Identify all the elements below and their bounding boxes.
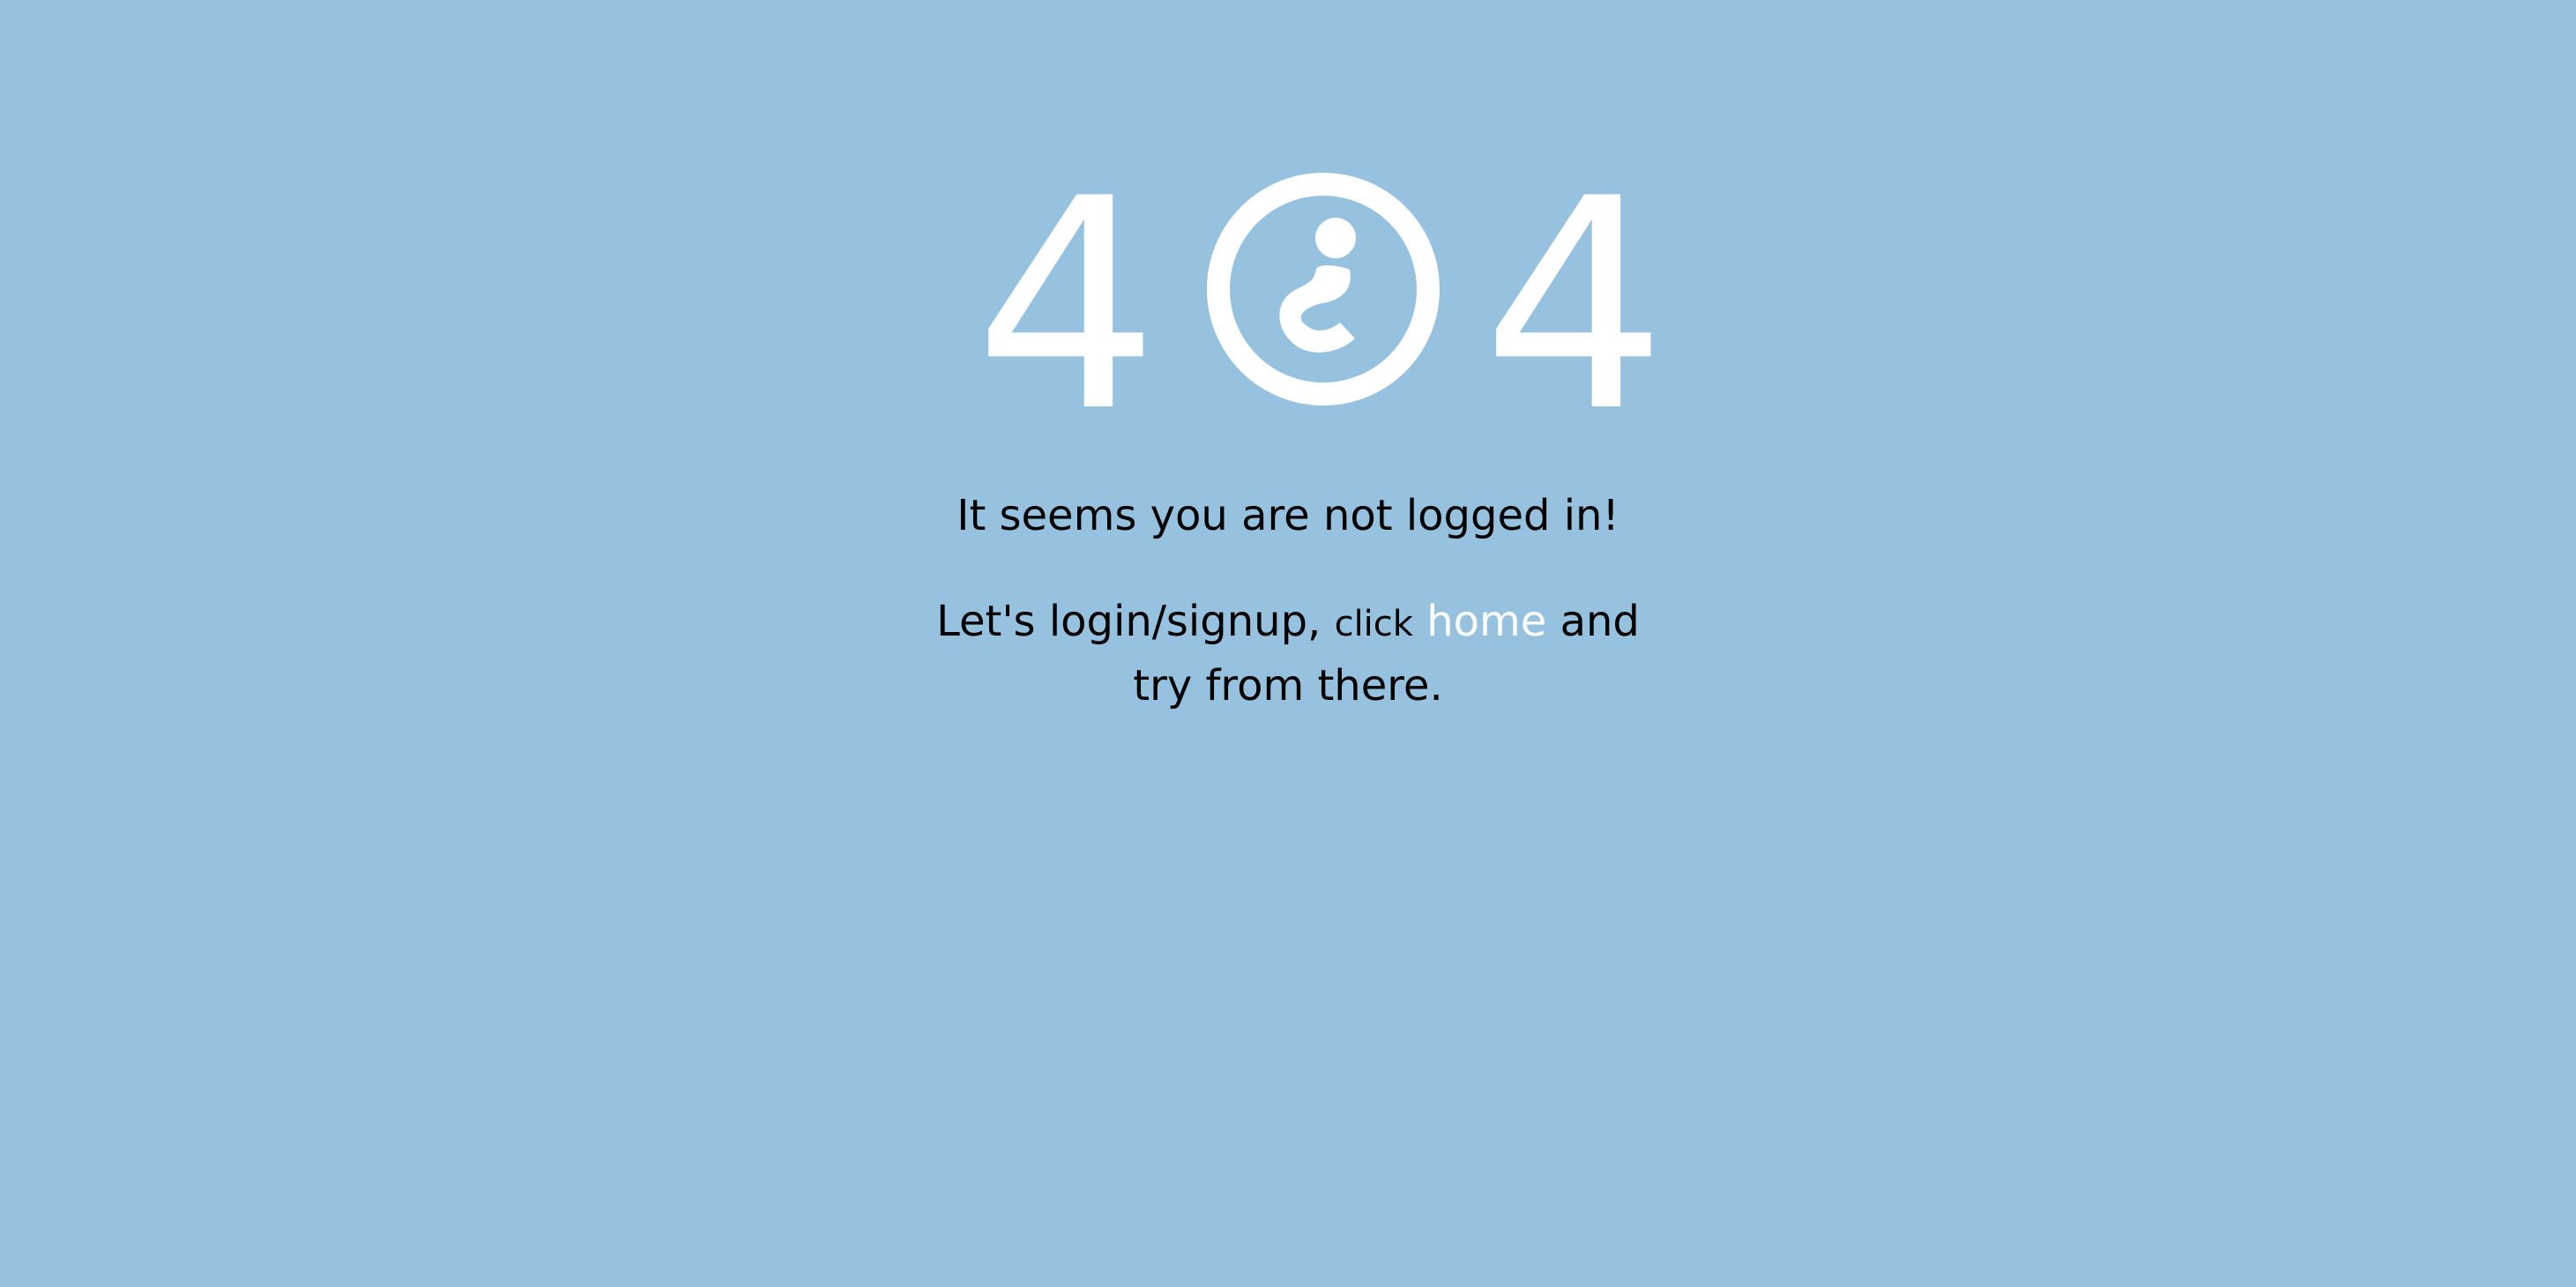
message-line-1: It seems you are not logged in! xyxy=(957,491,1619,540)
home-link[interactable]: home xyxy=(1426,597,1546,646)
error-digit-left: 4 xyxy=(974,167,1159,414)
question-circle-icon xyxy=(1207,173,1440,405)
login-instructions: Let's login/signup, click home and try f… xyxy=(0,591,2576,717)
instructions-prefix: Let's login/signup, xyxy=(936,597,1322,646)
login-instructions-text: Let's login/signup, click home and try f… xyxy=(909,591,1667,717)
error-code-graphic: 4 4 xyxy=(974,167,1667,414)
instructions-click-word: click xyxy=(1334,604,1413,644)
not-found-page: 4 4 It seems you are not logged in! Let'… xyxy=(0,0,2576,1287)
error-code-404: 4 4 xyxy=(965,167,1671,414)
error-digit-right: 4 xyxy=(1482,167,1667,414)
not-logged-in-message: It seems you are not logged in! xyxy=(0,485,2576,547)
